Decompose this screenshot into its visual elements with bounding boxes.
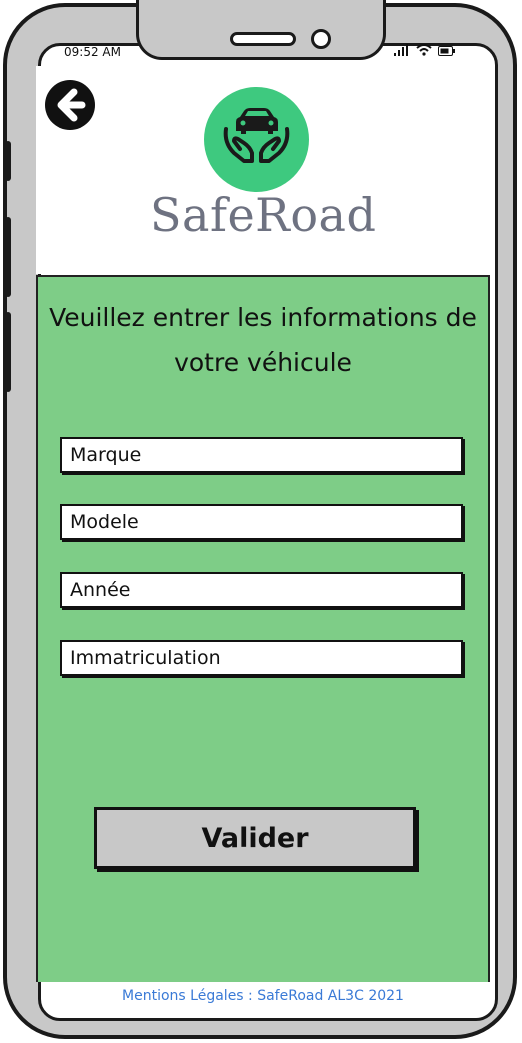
volume-down-button <box>5 312 11 392</box>
wifi-icon <box>416 44 432 56</box>
arrow-left-icon <box>57 88 86 122</box>
car-hands-icon <box>223 108 290 163</box>
immatriculation-input[interactable] <box>62 642 461 674</box>
modele-input[interactable] <box>62 506 461 538</box>
back-button[interactable] <box>45 80 95 130</box>
field-annee[interactable] <box>60 572 463 608</box>
mute-switch <box>5 141 11 181</box>
marque-input[interactable] <box>62 439 461 471</box>
brand-name: SafeRoad <box>150 188 377 242</box>
legal-footer-link[interactable]: Mentions Légales : SafeRoad AL3C 2021 <box>36 982 490 1010</box>
battery-icon <box>438 46 455 56</box>
speaker-icon <box>230 32 296 46</box>
volume-up-button <box>5 217 11 297</box>
annee-input[interactable] <box>62 574 461 606</box>
app-logo <box>204 87 309 192</box>
status-icons <box>394 44 456 56</box>
form-title: Veuillez entrer les informations de votr… <box>49 303 477 377</box>
signal-icon <box>394 44 408 56</box>
status-time: 09:52 AM <box>64 45 121 59</box>
field-immatriculation[interactable] <box>60 640 463 676</box>
phone-notch <box>136 0 386 60</box>
field-marque[interactable] <box>60 437 463 473</box>
validate-button[interactable]: Valider <box>94 807 416 869</box>
field-modele[interactable] <box>60 504 463 540</box>
camera-icon <box>311 29 331 49</box>
